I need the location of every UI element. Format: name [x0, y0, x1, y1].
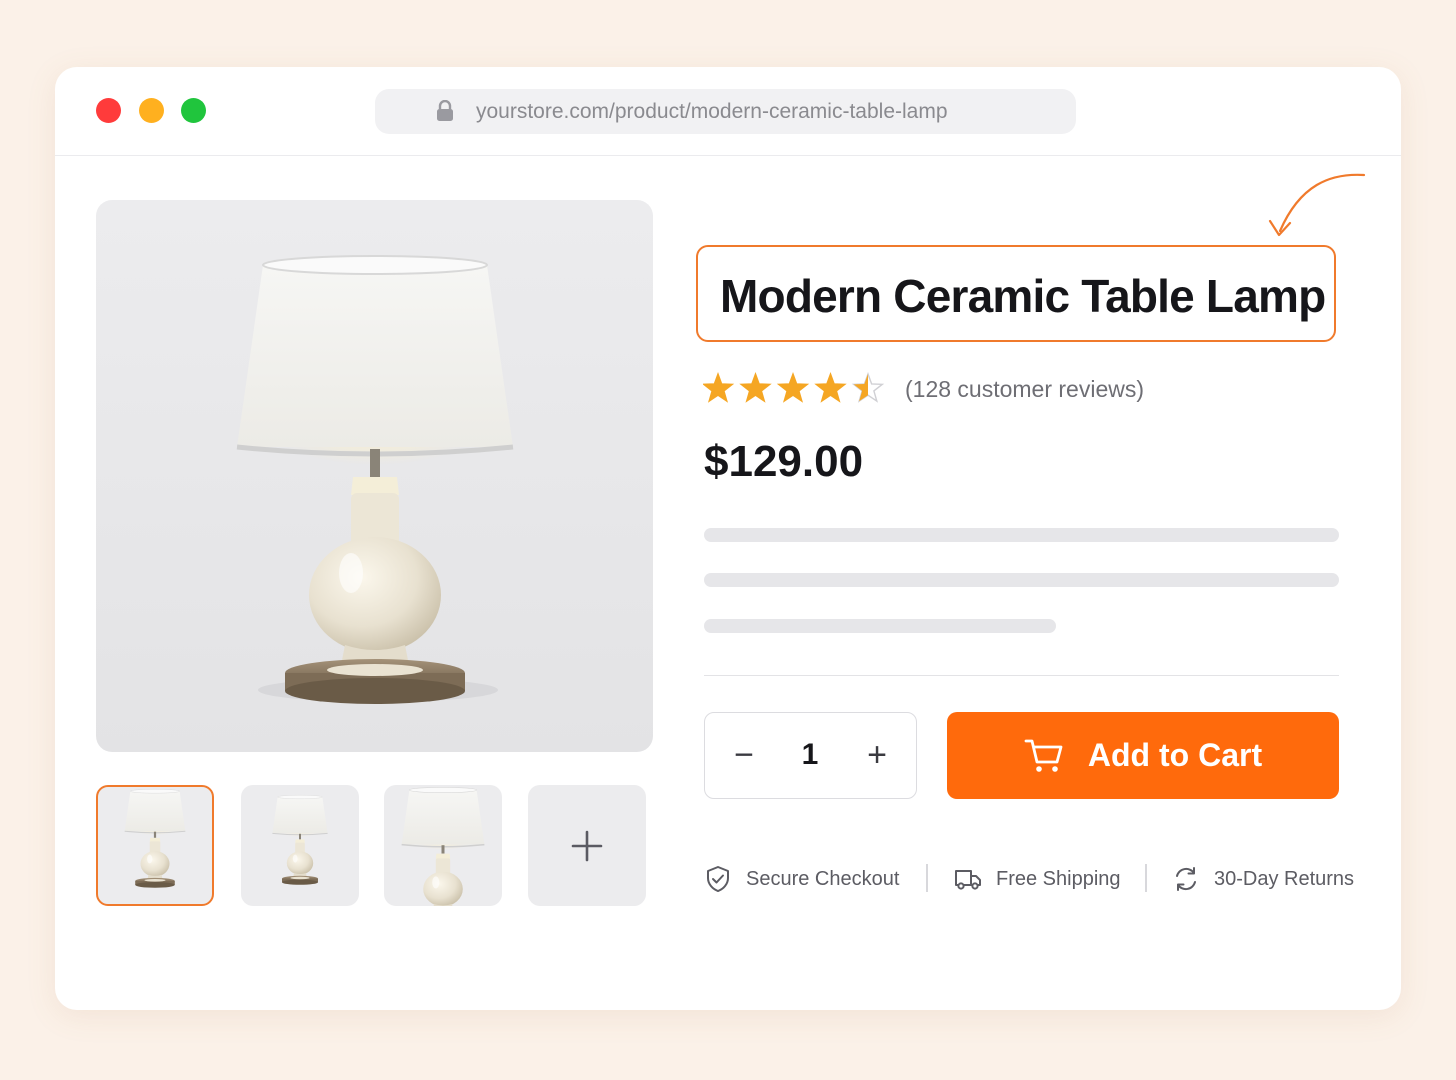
lamp-thumbnail-image — [400, 786, 486, 906]
star-rating — [703, 371, 893, 405]
shield-check-icon — [707, 866, 729, 892]
quantity-stepper: − 1 + — [704, 712, 917, 799]
refresh-icon — [1176, 867, 1196, 891]
plus-icon — [571, 830, 603, 861]
cart-icon — [1024, 739, 1063, 772]
star-icon — [703, 371, 735, 403]
badge-separator — [926, 864, 928, 892]
thumbnail-1[interactable] — [96, 785, 214, 906]
product-title-highlight: Modern Ceramic Table Lamp — [696, 245, 1336, 342]
description-placeholder-line — [704, 619, 1056, 633]
add-to-cart-button[interactable]: Add to Cart — [947, 712, 1339, 799]
thumbnail-2[interactable] — [241, 785, 359, 906]
thumbnail-3[interactable] — [384, 785, 502, 906]
browser-window: yourstore.com/product/modern-ceramic-tab… — [55, 67, 1401, 1010]
star-icon — [776, 371, 810, 403]
lock-icon — [437, 100, 453, 121]
lamp-image — [96, 200, 653, 752]
trust-badge-label: Secure Checkout — [746, 867, 900, 890]
product-main-image[interactable] — [96, 200, 653, 752]
truck-icon — [955, 870, 981, 890]
star-icon — [851, 371, 885, 403]
trust-badge-label: Free Shipping — [996, 867, 1121, 890]
review-count[interactable]: (128 customer reviews) — [905, 376, 1144, 403]
trust-badge-label: 30-Day Returns — [1214, 867, 1355, 890]
star-icon — [814, 371, 847, 403]
more-images-button[interactable] — [528, 785, 646, 906]
increase-quantity-button[interactable]: + — [847, 713, 907, 797]
divider — [704, 675, 1339, 676]
maximize-window-button[interactable] — [181, 98, 206, 123]
description-placeholder-line — [704, 573, 1339, 587]
add-to-cart-label: Add to Cart — [1087, 737, 1263, 773]
browser-titlebar: yourstore.com/product/modern-ceramic-tab… — [55, 67, 1401, 156]
decrease-quantity-button[interactable]: − — [714, 713, 774, 797]
quantity-value[interactable]: 1 — [775, 713, 845, 797]
close-window-button[interactable] — [96, 98, 121, 123]
description-placeholder-line — [704, 528, 1339, 542]
lamp-thumbnail-image — [124, 788, 186, 889]
badge-separator — [1145, 864, 1147, 892]
star-icon — [739, 371, 772, 403]
highlight-arrow-annotation — [1268, 173, 1366, 237]
product-title: Modern Ceramic Table Lamp — [720, 270, 1326, 322]
product-price: $129.00 — [704, 437, 864, 486]
minimize-window-button[interactable] — [139, 98, 164, 123]
lamp-thumbnail-image — [271, 794, 329, 886]
url-text[interactable]: yourstore.com/product/modern-ceramic-tab… — [476, 100, 948, 124]
trust-badge-returns: 30-Day Returns — [1172, 863, 1354, 895]
address-bar[interactable]: yourstore.com/product/modern-ceramic-tab… — [375, 89, 1076, 134]
trust-badge-shipping: Free Shipping — [954, 863, 1121, 895]
trust-badge-secure: Secure Checkout — [704, 863, 899, 895]
